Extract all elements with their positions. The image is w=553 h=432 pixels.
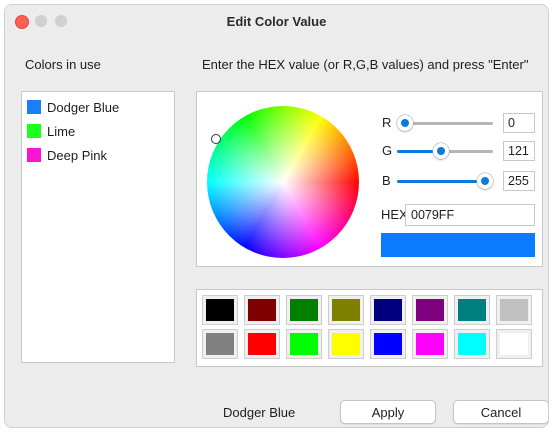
title-bar: Edit Color Value <box>5 5 548 39</box>
palette-color <box>248 299 276 321</box>
palette-cell[interactable] <box>244 329 280 359</box>
palette-cell[interactable] <box>244 295 280 325</box>
palette-cell[interactable] <box>202 295 238 325</box>
palette-color <box>374 299 402 321</box>
palette-color <box>248 333 276 355</box>
hex-label: HEX <box>381 207 408 222</box>
palette-color <box>332 333 360 355</box>
palette-color <box>332 299 360 321</box>
g-label: G <box>382 143 393 158</box>
color-swatch <box>27 100 41 114</box>
window-title: Edit Color Value <box>226 14 327 29</box>
palette-cell[interactable] <box>328 329 364 359</box>
edit-color-dialog: Edit Color Value Colors in use Enter the… <box>4 4 549 428</box>
palette-cell[interactable] <box>454 329 490 359</box>
list-item[interactable]: Deep Pink <box>22 143 174 167</box>
palette-color <box>500 299 528 321</box>
colors-in-use-heading: Colors in use <box>25 57 101 72</box>
palette-color <box>458 333 486 355</box>
palette-color <box>206 333 234 355</box>
palette-color <box>290 299 318 321</box>
apply-button[interactable]: Apply <box>340 400 436 424</box>
hex-value-field[interactable]: 0079FF <box>405 204 535 226</box>
list-item-label: Lime <box>47 123 76 139</box>
cancel-button[interactable]: Cancel <box>453 400 548 424</box>
color-swatch <box>27 148 41 162</box>
color-preview <box>381 233 535 257</box>
palette-cell[interactable] <box>202 329 238 359</box>
r-slider-track <box>405 122 493 125</box>
r-label: R <box>382 115 392 130</box>
r-slider-thumb[interactable] <box>397 115 413 131</box>
palette-cell[interactable] <box>328 295 364 325</box>
colors-in-use-list: Dodger Blue Lime Deep Pink <box>21 91 175 363</box>
palette-cell[interactable] <box>496 329 532 359</box>
palette-cell[interactable] <box>370 295 406 325</box>
palette-cell[interactable] <box>454 295 490 325</box>
palette-cell[interactable] <box>412 295 448 325</box>
palette-cell[interactable] <box>286 329 322 359</box>
r-value-field[interactable]: 0 <box>503 113 535 133</box>
g-slider[interactable] <box>397 143 493 159</box>
palette-color <box>500 333 528 355</box>
palette-cell[interactable] <box>286 295 322 325</box>
b-slider[interactable] <box>397 173 493 189</box>
palette-color <box>416 299 444 321</box>
palette-cell[interactable] <box>496 295 532 325</box>
palette-color <box>416 333 444 355</box>
r-slider[interactable] <box>397 115 493 131</box>
palette-cell[interactable] <box>370 329 406 359</box>
palette-color <box>206 299 234 321</box>
selected-color-name: Dodger Blue <box>223 405 296 420</box>
color-wheel[interactable] <box>207 106 359 258</box>
palette-color <box>458 299 486 321</box>
palette-color <box>290 333 318 355</box>
instructions-heading: Enter the HEX value (or R,G,B values) an… <box>202 57 529 72</box>
palette-cell[interactable] <box>412 329 448 359</box>
color-swatch <box>27 124 41 138</box>
preset-palette <box>196 289 543 367</box>
color-wheel-marker[interactable] <box>211 134 221 144</box>
b-slider-thumb[interactable] <box>477 173 493 189</box>
color-picker-panel: R 0 G 121 B 255 HEX 0079FF <box>196 91 543 267</box>
b-label: B <box>382 173 391 188</box>
list-item-label: Dodger Blue <box>47 99 120 115</box>
g-value-field[interactable]: 121 <box>503 141 535 161</box>
g-slider-thumb[interactable] <box>433 143 449 159</box>
b-value-field[interactable]: 255 <box>503 171 535 191</box>
palette-color <box>374 333 402 355</box>
b-slider-fill <box>397 180 485 183</box>
list-item-label: Deep Pink <box>47 147 107 163</box>
list-item[interactable]: Dodger Blue <box>22 95 174 119</box>
list-item[interactable]: Lime <box>22 119 174 143</box>
